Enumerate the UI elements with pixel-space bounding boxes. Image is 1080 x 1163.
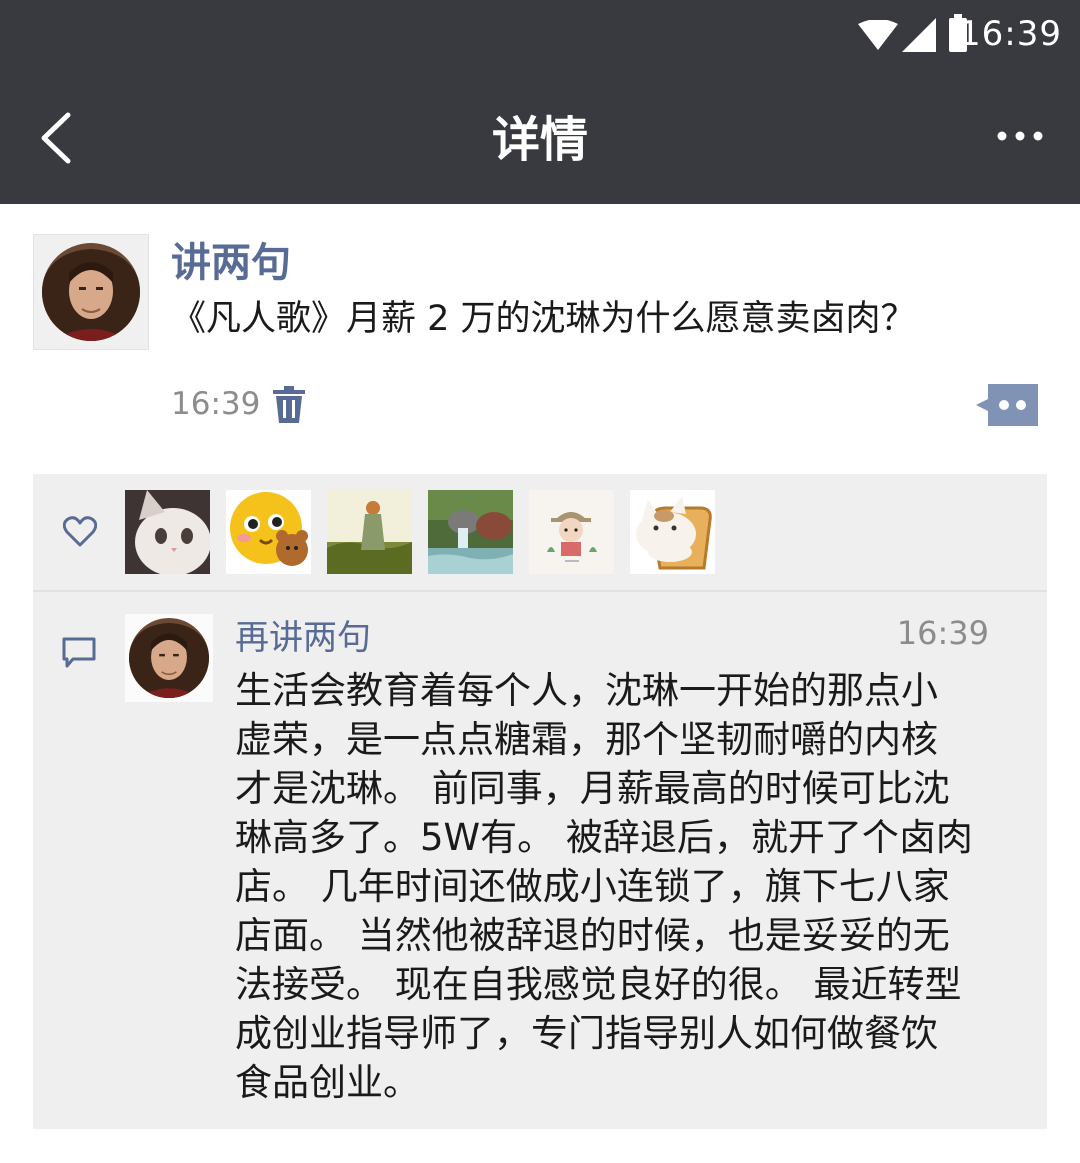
delete-icon[interactable] [273, 386, 305, 424]
liker-avatar-cat-toast[interactable] [630, 490, 715, 574]
liker-avatar-emoji[interactable] [226, 490, 311, 574]
comment-author-avatar-image [129, 618, 209, 698]
post-author-name[interactable]: 讲两句 [171, 230, 291, 288]
liker-avatar-waterfall[interactable] [428, 490, 513, 574]
author-avatar-image [42, 243, 140, 341]
liker-avatar-cat[interactable] [125, 490, 210, 574]
likes-panel [33, 474, 1047, 590]
wifi-icon [858, 20, 898, 50]
top-nav-bar: 详情 [0, 72, 1080, 204]
post-content: 《凡人歌》月薪 2 万的沈琳为什么愿意卖卤肉？ [171, 299, 916, 339]
status-bar: 16:39 [0, 0, 1080, 72]
comment-text: 生活会教育着每个人，沈琳一开始的那点小 虚荣，是一点点糖霜，那个坚韧耐嚼的内核 … [235, 669, 973, 1104]
comment-author-name[interactable]: 再讲两句 [235, 610, 371, 659]
comment-time: 16:39 [896, 614, 989, 652]
author-avatar[interactable] [33, 234, 149, 350]
like-comment-menu-icon[interactable] [976, 384, 1038, 426]
liker-avatar-field-girl[interactable] [327, 490, 412, 574]
signal-icon [902, 18, 936, 52]
more-options-icon[interactable] [996, 124, 1044, 148]
post-time: 16:39 [171, 386, 261, 422]
heart-icon [63, 516, 97, 547]
comments-panel: 再讲两句 16:39 生活会教育着每个人，沈琳一开始的那点小 虚荣，是一点点糖霜… [33, 592, 1047, 1129]
page-title: 详情 [491, 112, 588, 168]
status-time: 16:39 [959, 14, 1062, 54]
comment-author-avatar[interactable] [125, 614, 213, 702]
comment-bubble-icon [62, 637, 96, 668]
liker-avatar-cartoon-boy[interactable] [529, 490, 614, 574]
